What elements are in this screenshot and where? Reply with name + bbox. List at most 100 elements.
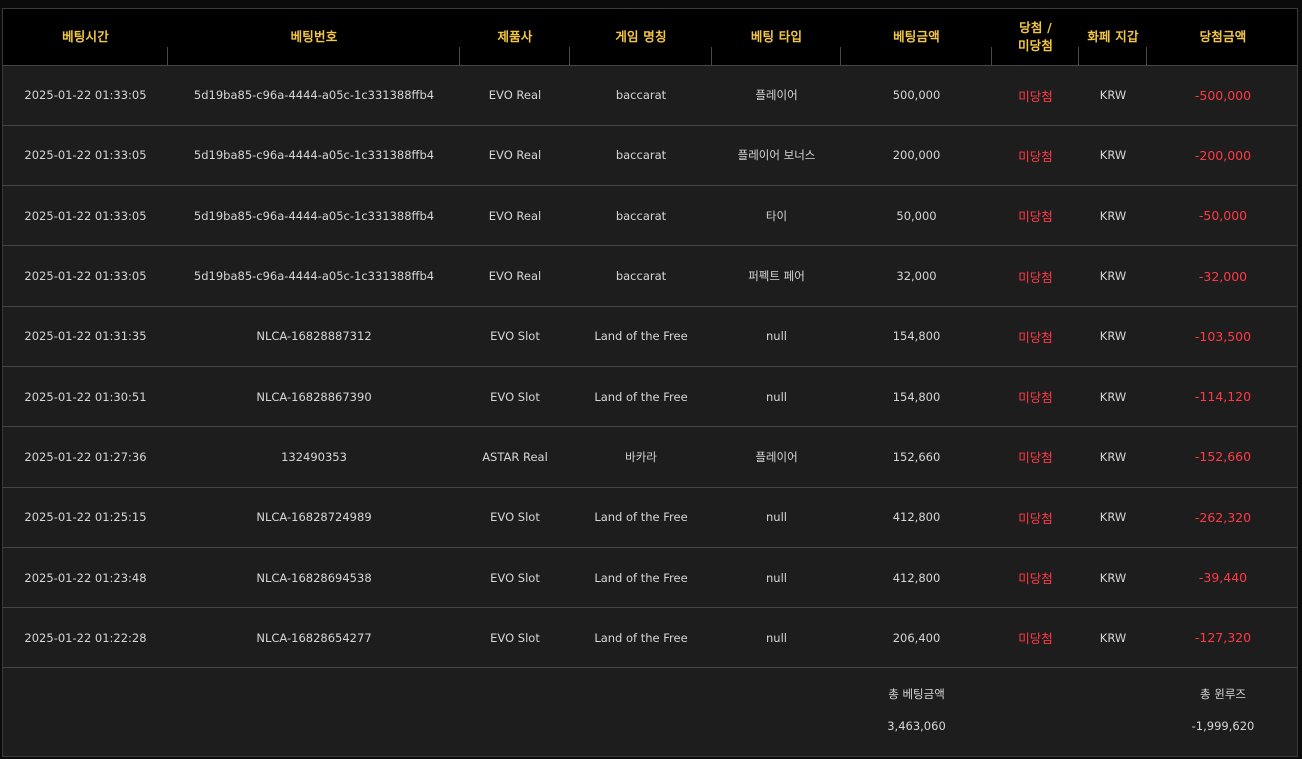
game-name-cell: baccarat bbox=[570, 185, 712, 246]
column-header-result[interactable]: 당첨 / 미당첨 bbox=[992, 9, 1079, 65]
table-header-row: 베팅시간 베팅번호 제품사 게임 명칭 베팅 타입 베팅금액 당첨 / 미당첨 … bbox=[3, 9, 1297, 65]
wallet-cell: KRW bbox=[1079, 245, 1147, 307]
bet-history-panel: 베팅시간 베팅번호 제품사 게임 명칭 베팅 타입 베팅금액 당첨 / 미당첨 … bbox=[2, 8, 1298, 757]
column-header-wallet[interactable]: 화페 지갑 bbox=[1079, 9, 1147, 65]
wallet-cell: KRW bbox=[1079, 124, 1147, 186]
bet-time-cell: 2025-01-22 01:22:28 bbox=[3, 607, 168, 668]
table-row[interactable]: 2025-01-22 01:33:05 5d19ba85-c96a-4444-a0… bbox=[3, 185, 1297, 246]
bet-type-cell: 플레이어 bbox=[712, 64, 841, 126]
summary-row: 총 베팅금액 3,463,060 총 윈루즈 -1,999,620 bbox=[3, 667, 1297, 756]
bet-time-cell: 2025-01-22 01:30:51 bbox=[3, 365, 168, 427]
vendor-cell: EVO Slot bbox=[460, 305, 570, 367]
table-row[interactable]: 2025-01-22 01:22:28 NLCA-16828654277 EVO S… bbox=[3, 607, 1297, 668]
game-name-cell: 바카라 bbox=[570, 426, 712, 488]
bet-type-cell: null bbox=[712, 546, 841, 608]
table-row[interactable]: 2025-01-22 01:25:15 NLCA-16828724989 EVO S… bbox=[3, 486, 1297, 548]
column-header-vendor[interactable]: 제품사 bbox=[460, 9, 570, 65]
win-amount-cell: -50,000 bbox=[1147, 185, 1297, 246]
bet-number-cell: 5d19ba85-c96a-4444-a05c-1c331388ffb4 bbox=[168, 124, 460, 186]
game-name-cell: baccarat bbox=[570, 64, 712, 126]
result-badge: 미당첨 bbox=[992, 365, 1079, 427]
win-amount-cell: -103,500 bbox=[1147, 305, 1297, 367]
bet-amount-cell: 412,800 bbox=[841, 546, 992, 608]
table-row[interactable]: 2025-01-22 01:23:48 NLCA-16828694538 EVO S… bbox=[3, 546, 1297, 608]
summary-spacer-2 bbox=[992, 667, 1147, 756]
bet-number-cell: 5d19ba85-c96a-4444-a05c-1c331388ffb4 bbox=[168, 185, 460, 246]
column-header-win-amount[interactable]: 당첨금액 bbox=[1147, 9, 1297, 65]
bet-time-cell: 2025-01-22 01:33:05 bbox=[3, 245, 168, 307]
bet-type-cell: 플레이어 bbox=[712, 426, 841, 488]
win-amount-cell: -39,440 bbox=[1147, 546, 1297, 608]
bet-number-cell: NLCA-16828724989 bbox=[168, 486, 460, 548]
bet-time-cell: 2025-01-22 01:31:35 bbox=[3, 305, 168, 367]
table-body: 2025-01-22 01:33:05 5d19ba85-c96a-4444-a0… bbox=[3, 64, 1297, 668]
vendor-cell: EVO Slot bbox=[460, 546, 570, 608]
bet-amount-cell: 32,000 bbox=[841, 245, 992, 307]
vendor-cell: EVO Slot bbox=[460, 486, 570, 548]
win-amount-cell: -127,320 bbox=[1147, 607, 1297, 668]
result-badge: 미당첨 bbox=[992, 124, 1079, 186]
wallet-cell: KRW bbox=[1079, 426, 1147, 488]
bet-time-cell: 2025-01-22 01:23:48 bbox=[3, 546, 168, 608]
win-amount-cell: -262,320 bbox=[1147, 486, 1297, 548]
vendor-cell: EVO Real bbox=[460, 124, 570, 186]
game-name-cell: baccarat bbox=[570, 245, 712, 307]
table-row[interactable]: 2025-01-22 01:33:05 5d19ba85-c96a-4444-a0… bbox=[3, 124, 1297, 186]
bet-type-cell: null bbox=[712, 305, 841, 367]
win-amount-cell: -32,000 bbox=[1147, 245, 1297, 307]
total-bet-value: 3,463,060 bbox=[887, 719, 946, 734]
wallet-cell: KRW bbox=[1079, 486, 1147, 548]
table-row[interactable]: 2025-01-22 01:30:51 NLCA-16828867390 EVO S… bbox=[3, 365, 1297, 427]
bet-time-cell: 2025-01-22 01:25:15 bbox=[3, 486, 168, 548]
bet-amount-cell: 154,800 bbox=[841, 365, 992, 427]
bet-number-cell: NLCA-16828694538 bbox=[168, 546, 460, 608]
vendor-cell: ASTAR Real bbox=[460, 426, 570, 488]
table-row[interactable]: 2025-01-22 01:33:05 5d19ba85-c96a-4444-a0… bbox=[3, 245, 1297, 307]
total-bet-label: 총 베팅금액 bbox=[888, 687, 945, 702]
bet-amount-cell: 154,800 bbox=[841, 305, 992, 367]
summary-section: 총 베팅금액 3,463,060 총 윈루즈 -1,999,620 bbox=[3, 667, 1297, 756]
result-badge: 미당첨 bbox=[992, 607, 1079, 668]
win-amount-cell: -500,000 bbox=[1147, 64, 1297, 126]
column-header-bet-amount[interactable]: 베팅금액 bbox=[841, 9, 992, 65]
bet-time-cell: 2025-01-22 01:33:05 bbox=[3, 124, 168, 186]
column-header-bet-number[interactable]: 베팅번호 bbox=[168, 9, 460, 65]
bet-time-cell: 2025-01-22 01:33:05 bbox=[3, 185, 168, 246]
bet-amount-cell: 500,000 bbox=[841, 64, 992, 126]
column-header-game-name[interactable]: 게임 명칭 bbox=[570, 9, 712, 65]
result-badge: 미당첨 bbox=[992, 426, 1079, 488]
result-badge: 미당첨 bbox=[992, 185, 1079, 246]
game-name-cell: baccarat bbox=[570, 124, 712, 186]
table-row[interactable]: 2025-01-22 01:27:36 132490353 ASTAR Real 바카… bbox=[3, 426, 1297, 488]
table-row[interactable]: 2025-01-22 01:33:05 5d19ba85-c96a-4444-a0… bbox=[3, 64, 1297, 126]
bet-type-cell: 플레이어 보너스 bbox=[712, 124, 841, 186]
bet-amount-cell: 200,000 bbox=[841, 124, 992, 186]
wallet-cell: KRW bbox=[1079, 185, 1147, 246]
bet-number-cell: NLCA-16828887312 bbox=[168, 305, 460, 367]
bet-number-cell: 5d19ba85-c96a-4444-a05c-1c331388ffb4 bbox=[168, 245, 460, 307]
bet-time-cell: 2025-01-22 01:27:36 bbox=[3, 426, 168, 488]
bet-number-cell: NLCA-16828867390 bbox=[168, 365, 460, 427]
vendor-cell: EVO Real bbox=[460, 64, 570, 126]
total-bet-cell: 총 베팅금액 3,463,060 bbox=[841, 667, 992, 756]
column-header-bet-time[interactable]: 베팅시간 bbox=[3, 9, 168, 65]
bet-amount-cell: 412,800 bbox=[841, 486, 992, 548]
wallet-cell: KRW bbox=[1079, 607, 1147, 668]
bet-number-cell: 5d19ba85-c96a-4444-a05c-1c331388ffb4 bbox=[168, 64, 460, 126]
result-badge: 미당첨 bbox=[992, 245, 1079, 307]
game-name-cell: Land of the Free bbox=[570, 546, 712, 608]
wallet-cell: KRW bbox=[1079, 546, 1147, 608]
bet-time-cell: 2025-01-22 01:33:05 bbox=[3, 64, 168, 126]
win-amount-cell: -114,120 bbox=[1147, 365, 1297, 427]
game-name-cell: Land of the Free bbox=[570, 607, 712, 668]
game-name-cell: Land of the Free bbox=[570, 486, 712, 548]
table-row[interactable]: 2025-01-22 01:31:35 NLCA-16828887312 EVO S… bbox=[3, 305, 1297, 367]
game-name-cell: Land of the Free bbox=[570, 365, 712, 427]
bet-number-cell: 132490353 bbox=[168, 426, 460, 488]
bet-amount-cell: 206,400 bbox=[841, 607, 992, 668]
total-winloss-cell: 총 윈루즈 -1,999,620 bbox=[1147, 667, 1297, 756]
win-amount-cell: -152,660 bbox=[1147, 426, 1297, 488]
column-header-bet-type[interactable]: 베팅 타입 bbox=[712, 9, 841, 65]
bet-amount-cell: 50,000 bbox=[841, 185, 992, 246]
bet-amount-cell: 152,660 bbox=[841, 426, 992, 488]
